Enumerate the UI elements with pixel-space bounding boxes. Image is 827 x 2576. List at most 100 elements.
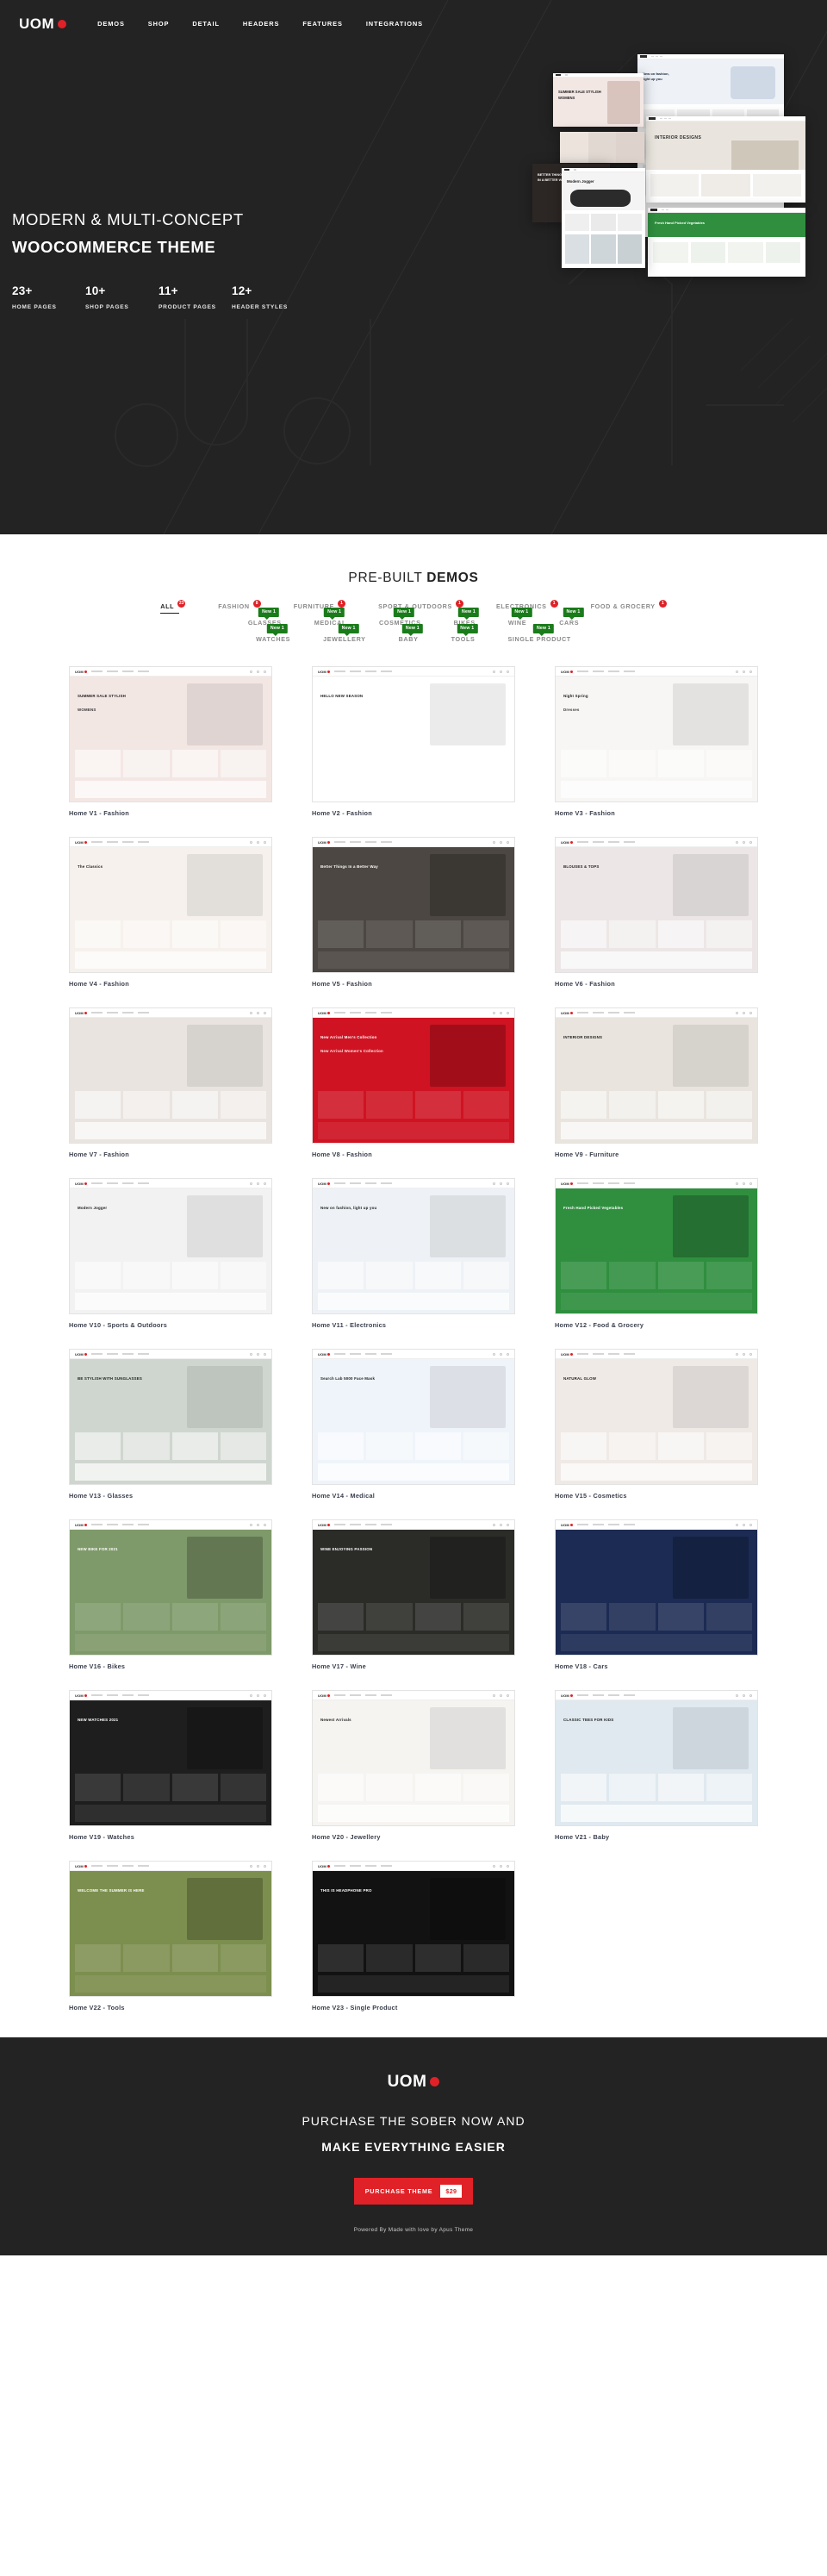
footer-logo-dot-icon bbox=[430, 2077, 440, 2086]
thumb-menu-line bbox=[138, 1865, 150, 1867]
demo-thumbnail[interactable]: UOM Better Things In a Better Way bbox=[312, 837, 515, 973]
nav-item-detail[interactable]: DETAIL bbox=[192, 20, 220, 28]
demo-card[interactable]: UOM Modern Jogger Home V10 - Sports & Outd… bbox=[69, 1178, 272, 1329]
demo-card[interactable]: UOM HELLO NEW SEASON Home V2 - Fashion bbox=[312, 666, 515, 817]
nav-item-integrations[interactable]: INTEGRATIONS bbox=[366, 20, 423, 28]
demo-card[interactable]: UOM Home V7 - Fashion bbox=[69, 1007, 272, 1158]
demo-card[interactable]: UOM Newest Arrivals Home V20 - Jewellery bbox=[312, 1690, 515, 1841]
demo-thumbnail[interactable]: UOM Newest Arrivals bbox=[312, 1690, 515, 1826]
demo-card[interactable]: UOM NEW BIKE FOR 2021 Home V16 - Bikes bbox=[69, 1519, 272, 1670]
demo-thumbnail[interactable]: UOM THIS IS HEADPHONE PRO bbox=[312, 1861, 515, 1997]
hero-content: MODERN & MULTI-CONCEPT WOOCOMMERCE THEME… bbox=[0, 38, 827, 310]
demo-card[interactable]: UOM Home V18 - Cars bbox=[555, 1519, 758, 1670]
demo-thumbnail[interactable]: UOM New on fashion, light up you bbox=[312, 1178, 515, 1314]
demo-card[interactable]: UOM Night Spring Dresses Home V3 - Fashion bbox=[555, 666, 758, 817]
thumb-menu-line bbox=[91, 1012, 103, 1014]
thumb-headline: INTERIOR DESIGNS bbox=[563, 1035, 603, 1039]
thumb-user-icon bbox=[257, 670, 259, 673]
nav-item-features[interactable]: FEATURES bbox=[302, 20, 342, 28]
filter-watches[interactable]: WATCHES New 1 bbox=[256, 624, 290, 646]
demo-thumbnail[interactable]: UOM SUMMER SALE STYLISH WOMENS bbox=[69, 666, 272, 802]
demo-thumbnail[interactable]: UOM HELLO NEW SEASON bbox=[312, 666, 515, 802]
demo-card[interactable]: UOM Search Lab 5000 Face Mask Home V14 - M… bbox=[312, 1349, 515, 1500]
filter-sport-outdoors[interactable]: SPORT & OUTDOORS 1 bbox=[378, 600, 463, 613]
thumbnail-mock-header: UOM bbox=[313, 1179, 514, 1188]
thumb-cart-icon bbox=[749, 1523, 752, 1526]
demo-card[interactable]: UOM BLOUSES & TOPS Home V6 - Fashion bbox=[555, 837, 758, 988]
demo-card-label: Home V15 - Cosmetics bbox=[555, 1492, 627, 1500]
filter-count-badge: 1 bbox=[455, 600, 463, 608]
thumb-logo: UOM bbox=[318, 1523, 331, 1527]
thumbnail-preview: INTERIOR DESIGNS bbox=[556, 1018, 757, 1143]
stat-number: 11+ bbox=[159, 284, 178, 297]
demo-card[interactable]: UOM BE STYLISH WITH SUNGLASSES Home V13 - … bbox=[69, 1349, 272, 1500]
thumbnail-preview: Night Spring Dresses bbox=[556, 677, 757, 801]
purchase-theme-button[interactable]: PURCHASE THEME $29 bbox=[353, 2178, 474, 2205]
thumb-logo: UOM bbox=[75, 1182, 88, 1186]
demo-thumbnail[interactable]: UOM INTERIOR DESIGNS bbox=[555, 1007, 758, 1144]
footer-logo[interactable]: UOM bbox=[0, 2074, 827, 2090]
logo[interactable]: UOM bbox=[19, 16, 67, 31]
thumb-user-icon bbox=[257, 840, 259, 844]
demo-thumbnail[interactable]: UOM BE STYLISH WITH SUNGLASSES bbox=[69, 1349, 272, 1485]
demo-thumbnail[interactable]: UOM The Classics bbox=[69, 837, 272, 973]
demo-thumbnail[interactable]: UOM Modern Jogger bbox=[69, 1178, 272, 1314]
filter-count-badge: 1 bbox=[550, 600, 558, 608]
demo-thumbnail[interactable]: UOM WINE ENJOYING PASSION bbox=[312, 1519, 515, 1656]
filter-all[interactable]: ALL 23 bbox=[160, 600, 186, 614]
demo-thumbnail[interactable]: UOM CLASSIC TEES FOR KIDS bbox=[555, 1690, 758, 1826]
filter-tools[interactable]: TOOLS New 1 bbox=[451, 624, 478, 646]
demo-thumbnail[interactable]: UOM Fresh Hand Picked Vegetables bbox=[555, 1178, 758, 1314]
filter-wine[interactable]: WINE New 1 bbox=[508, 608, 532, 629]
demo-card[interactable]: UOM WELCOME THE SUMMER IS HERE Home V22 - … bbox=[69, 1861, 272, 2012]
demo-card-label: Home V3 - Fashion bbox=[555, 809, 615, 817]
filter-baby[interactable]: BABY New 1 bbox=[399, 624, 423, 646]
demo-card[interactable]: UOM NEW WATCHES 2021 Home V19 - Watches bbox=[69, 1690, 272, 1841]
demo-thumbnail[interactable]: UOM bbox=[555, 1519, 758, 1656]
filter-fashion[interactable]: FASHION 8 bbox=[218, 600, 261, 613]
demo-filters: ALL 23 FASHION 8 FURNITURE 1 SPORT & OUTDOORS 1… bbox=[0, 600, 827, 646]
demo-thumbnail[interactable]: UOM bbox=[69, 1007, 272, 1144]
thumb-cart-icon bbox=[749, 1182, 752, 1185]
filter-new-badge: New 1 bbox=[457, 624, 478, 636]
demo-card[interactable]: UOM WINE ENJOYING PASSION Home V17 - Wine bbox=[312, 1519, 515, 1670]
thumb-menu-line bbox=[593, 841, 605, 843]
thumbnail-preview: WELCOME THE SUMMER IS HERE bbox=[70, 1871, 271, 1996]
thumb-search-icon bbox=[250, 1182, 252, 1185]
thumb-menu-line bbox=[122, 1865, 134, 1867]
demo-thumbnail[interactable]: UOM NEW WATCHES 2021 bbox=[69, 1690, 272, 1826]
demo-thumbnail[interactable]: UOM NEW BIKE FOR 2021 bbox=[69, 1519, 272, 1656]
demo-thumbnail[interactable]: UOM Search Lab 5000 Face Mask bbox=[312, 1349, 515, 1485]
demo-card[interactable]: UOM Fresh Hand Picked Vegetables Home V12 … bbox=[555, 1178, 758, 1329]
filter-food-grocery[interactable]: FOOD & GROCERY 1 bbox=[591, 600, 667, 613]
demo-card[interactable]: UOM New on fashion, light up you Home V11 … bbox=[312, 1178, 515, 1329]
thumb-product-row bbox=[75, 750, 266, 777]
demo-card[interactable]: UOM The Classics Home V4 - Fashion bbox=[69, 837, 272, 988]
demo-thumbnail[interactable]: UOM BLOUSES & TOPS bbox=[555, 837, 758, 973]
page-title: PRE-BUILT DEMOS bbox=[0, 571, 827, 586]
demo-thumbnail[interactable]: UOM NATURAL GLOW bbox=[555, 1349, 758, 1485]
thumb-product-row bbox=[75, 920, 266, 948]
thumb-logo: UOM bbox=[318, 670, 331, 674]
thumb-hero-image bbox=[673, 1195, 749, 1257]
nav-item-demos[interactable]: DEMOS bbox=[97, 20, 125, 28]
demo-card[interactable]: UOM Better Things In a Better Way Home V5 … bbox=[312, 837, 515, 988]
demo-card[interactable]: UOM CLASSIC TEES FOR KIDS Home V21 - Baby bbox=[555, 1690, 758, 1841]
demo-card[interactable]: UOM NATURAL GLOW Home V15 - Cosmetics bbox=[555, 1349, 758, 1500]
main-navigation[interactable]: UOM DEMOS SHOP DETAIL HEADERS FEATURES I… bbox=[0, 0, 827, 38]
nav-item-shop[interactable]: SHOP bbox=[148, 20, 170, 28]
demo-card[interactable]: UOM INTERIOR DESIGNS Home V9 - Furniture bbox=[555, 1007, 758, 1158]
filter-single-product[interactable]: SINGLE PRODUCT New 1 bbox=[507, 624, 570, 646]
filter-cars[interactable]: CARS New 1 bbox=[559, 608, 584, 629]
filter-jewellery[interactable]: JEWELLERY New 1 bbox=[323, 624, 366, 646]
thumb-logo: UOM bbox=[318, 1693, 331, 1698]
nav-item-headers[interactable]: HEADERS bbox=[243, 20, 279, 28]
demo-card[interactable]: UOM New Arrival Men's Collection New Arriv… bbox=[312, 1007, 515, 1158]
demo-card[interactable]: UOM SUMMER SALE STYLISH WOMENS Home V1 - Fa… bbox=[69, 666, 272, 817]
demo-card-label: Home V23 - Single Product bbox=[312, 2004, 398, 2012]
demo-thumbnail[interactable]: UOM Night Spring Dresses bbox=[555, 666, 758, 802]
demo-thumbnail[interactable]: UOM WELCOME THE SUMMER IS HERE bbox=[69, 1861, 272, 1997]
demo-card[interactable]: UOM THIS IS HEADPHONE PRO Home V23 - Singl… bbox=[312, 1861, 515, 2012]
demo-thumbnail[interactable]: UOM New Arrival Men's Collection New Arriv… bbox=[312, 1007, 515, 1144]
filter-count-badge: 8 bbox=[252, 600, 261, 608]
